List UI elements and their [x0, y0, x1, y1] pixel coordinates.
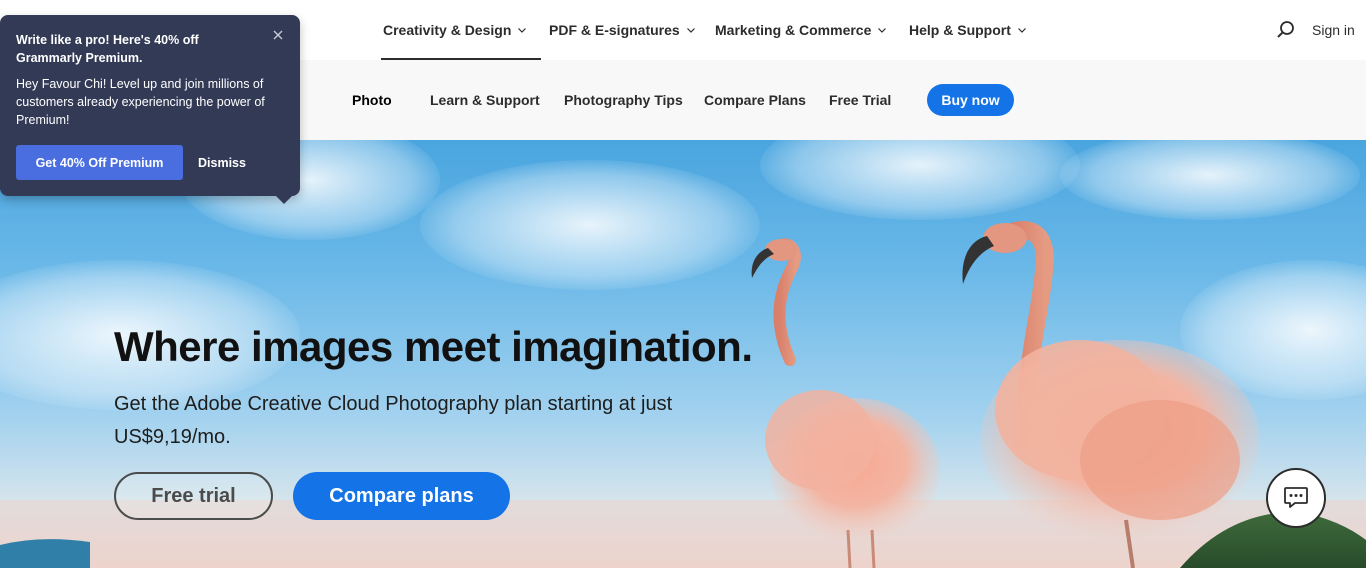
nav-creativity-design[interactable]: Creativity & Design: [380, 0, 542, 60]
nav-marketing-commerce[interactable]: Marketing & Commerce: [715, 0, 887, 60]
nav-help-support[interactable]: Help & Support: [909, 0, 1027, 60]
nav-label: Help & Support: [909, 22, 1011, 38]
chevron-down-icon: [517, 25, 527, 35]
nav-label: Creativity & Design: [383, 22, 512, 38]
subnav-compare-plans[interactable]: Compare Plans: [704, 60, 806, 140]
close-icon[interactable]: [270, 27, 286, 43]
buy-now-button[interactable]: Buy now: [927, 84, 1014, 116]
subnav-free-trial[interactable]: Free Trial: [829, 60, 891, 140]
hero-subtitle: Get the Adobe Creative Cloud Photography…: [114, 393, 673, 448]
dismiss-button[interactable]: Dismiss: [198, 145, 246, 180]
search-icon[interactable]: [1276, 20, 1296, 40]
product-name-photo[interactable]: Photo: [352, 60, 392, 140]
free-trial-button[interactable]: Free trial: [114, 472, 273, 520]
sign-in-link[interactable]: Sign in: [1312, 0, 1355, 60]
chat-icon[interactable]: [1266, 468, 1326, 528]
subnav-photography-tips[interactable]: Photography Tips: [564, 60, 683, 140]
chevron-down-icon: [877, 25, 887, 35]
nav-pdf-esignatures[interactable]: PDF & E-signatures: [549, 0, 696, 60]
get-premium-button[interactable]: Get 40% Off Premium: [16, 145, 183, 180]
subnav-learn-support[interactable]: Learn & Support: [430, 60, 540, 140]
chevron-down-icon: [686, 25, 696, 35]
nav-label: PDF & E-signatures: [549, 22, 680, 38]
hero-banner: Where images meet imagination. Get the A…: [0, 140, 1366, 568]
hero-title: Where images meet imagination.: [114, 323, 753, 370]
chevron-down-icon: [1017, 25, 1027, 35]
popup-title: Write like a pro! Here's 40% off Grammar…: [16, 33, 199, 65]
nav-label: Marketing & Commerce: [715, 22, 872, 38]
grammarly-promo-popup: Write like a pro! Here's 40% off Grammar…: [0, 15, 300, 204]
page: Creativity & Design PDF & E-signatures M…: [0, 0, 1366, 568]
compare-plans-button[interactable]: Compare plans: [293, 472, 510, 520]
popup-body: Hey Favour Chi! Level up and join millio…: [16, 77, 265, 127]
